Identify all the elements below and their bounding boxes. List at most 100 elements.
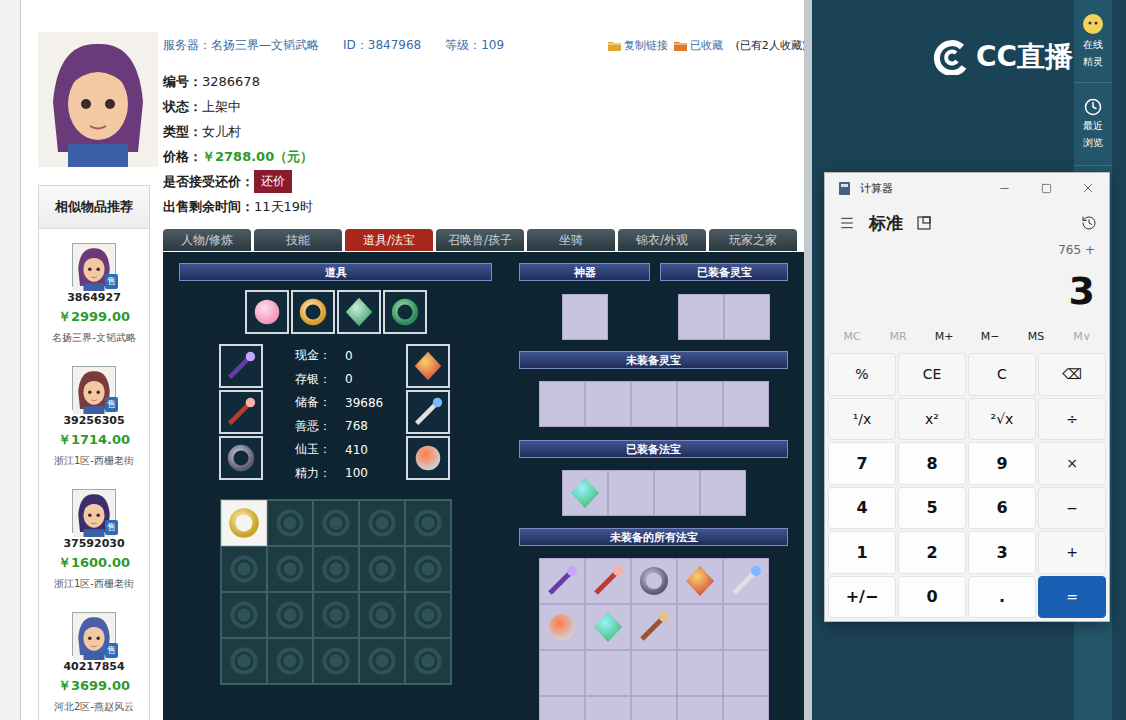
bag-slot[interactable] xyxy=(359,592,405,638)
item-slot[interactable] xyxy=(631,381,677,427)
calculator-key[interactable]: CE xyxy=(898,353,966,396)
rail-item[interactable]: 在线精灵 xyxy=(1074,0,1112,83)
item-slot[interactable] xyxy=(406,436,450,480)
fabao-slot[interactable] xyxy=(539,604,585,650)
bag-slot[interactable] xyxy=(221,592,267,638)
item-slot[interactable] xyxy=(562,294,608,340)
fabao-slot[interactable] xyxy=(631,558,677,604)
item-slot[interactable] xyxy=(678,294,724,340)
fabao-slot[interactable] xyxy=(631,650,677,696)
bag-slot[interactable] xyxy=(221,500,267,546)
memory-button[interactable]: MS xyxy=(1013,330,1059,343)
minimize-button[interactable] xyxy=(983,173,1025,203)
memory-button[interactable]: MR xyxy=(875,330,921,343)
bag-slot[interactable] xyxy=(313,546,359,592)
calculator-key[interactable]: − xyxy=(1038,487,1106,530)
calculator-key[interactable]: 6 xyxy=(968,487,1036,530)
bag-slot[interactable] xyxy=(313,500,359,546)
calculator-key[interactable]: C xyxy=(968,353,1036,396)
memory-button[interactable]: M+ xyxy=(921,330,967,343)
fabao-slot[interactable] xyxy=(723,650,769,696)
keep-on-top-icon[interactable] xyxy=(917,216,931,230)
tab[interactable]: 人物/修炼 xyxy=(163,229,251,251)
calculator-key[interactable]: 1 xyxy=(828,531,896,574)
tab[interactable]: 召唤兽/孩子 xyxy=(436,229,524,251)
calculator-key[interactable]: ÷ xyxy=(1038,398,1106,441)
maximize-button[interactable] xyxy=(1025,173,1067,203)
tab[interactable]: 坐骑 xyxy=(527,229,615,251)
history-button[interactable] xyxy=(1081,215,1097,231)
calculator-key[interactable]: . xyxy=(968,576,1036,619)
item-slot[interactable] xyxy=(677,381,723,427)
fabao-slot[interactable] xyxy=(723,604,769,650)
bag-slot[interactable] xyxy=(267,500,313,546)
fabao-slot[interactable] xyxy=(677,696,723,720)
fabao-slot[interactable] xyxy=(539,696,585,720)
item-slot[interactable] xyxy=(337,290,381,334)
tab[interactable]: 锦衣/外观 xyxy=(618,229,706,251)
item-slot[interactable] xyxy=(654,470,700,516)
fabao-slot[interactable] xyxy=(585,604,631,650)
rail-item[interactable]: 最近浏览 xyxy=(1074,83,1112,166)
tab[interactable]: 技能 xyxy=(254,229,342,251)
bag-slot[interactable] xyxy=(405,638,451,684)
calculator-key[interactable]: 8 xyxy=(898,442,966,485)
calculator-key[interactable]: ¹/x xyxy=(828,398,896,441)
memory-button[interactable]: MC xyxy=(829,330,875,343)
bag-slot[interactable] xyxy=(405,592,451,638)
item-slot[interactable] xyxy=(724,294,770,340)
fabao-slot[interactable] xyxy=(677,558,723,604)
bag-slot[interactable] xyxy=(359,638,405,684)
counter-offer-button[interactable]: 还价 xyxy=(254,170,292,193)
item-slot[interactable] xyxy=(219,344,263,388)
similar-item[interactable]: 售37592030￥1600.00浙江1区-西栅老街 xyxy=(39,475,149,598)
fabao-slot[interactable] xyxy=(585,696,631,720)
calculator-key[interactable]: 3 xyxy=(968,531,1036,574)
calculator-key[interactable]: ²√x xyxy=(968,398,1036,441)
bag-slot[interactable] xyxy=(313,592,359,638)
calculator-key[interactable]: 5 xyxy=(898,487,966,530)
bag-slot[interactable] xyxy=(221,546,267,592)
bag-slot[interactable] xyxy=(267,592,313,638)
tab[interactable]: 玩家之家 xyxy=(709,229,797,251)
bag-slot[interactable] xyxy=(405,546,451,592)
fabao-slot[interactable] xyxy=(677,604,723,650)
calculator-key[interactable]: 2 xyxy=(898,531,966,574)
copy-link[interactable]: 复制链接 xyxy=(608,38,668,53)
calculator-key[interactable]: 7 xyxy=(828,442,896,485)
bag-slot[interactable] xyxy=(359,500,405,546)
similar-item[interactable]: 售40217854￥3699.00河北2区-燕赵风云 xyxy=(39,598,149,720)
calculator-key[interactable]: % xyxy=(828,353,896,396)
memory-button[interactable]: M− xyxy=(967,330,1013,343)
tab[interactable]: 道具/法宝 xyxy=(345,229,433,251)
fabao-slot[interactable] xyxy=(677,650,723,696)
fabao-slot[interactable] xyxy=(539,558,585,604)
item-slot[interactable] xyxy=(383,290,427,334)
calculator-key[interactable]: 4 xyxy=(828,487,896,530)
item-slot[interactable] xyxy=(585,381,631,427)
calculator-key[interactable]: = xyxy=(1038,576,1106,619)
item-slot[interactable] xyxy=(608,470,654,516)
fabao-slot[interactable] xyxy=(631,604,677,650)
item-slot[interactable] xyxy=(406,390,450,434)
calculator-key[interactable]: 9 xyxy=(968,442,1036,485)
similar-item[interactable]: 售3864927￥2999.00名扬三界-文韬武略 xyxy=(39,229,149,352)
bag-slot[interactable] xyxy=(313,638,359,684)
item-slot[interactable] xyxy=(562,470,608,516)
item-slot[interactable] xyxy=(245,290,289,334)
item-slot[interactable] xyxy=(406,344,450,388)
item-slot[interactable] xyxy=(219,390,263,434)
bag-slot[interactable] xyxy=(405,500,451,546)
bag-slot[interactable] xyxy=(221,638,267,684)
item-slot[interactable] xyxy=(291,290,335,334)
bag-slot[interactable] xyxy=(359,546,405,592)
item-slot[interactable] xyxy=(723,381,769,427)
menu-icon[interactable] xyxy=(839,215,855,231)
fabao-slot[interactable] xyxy=(539,650,585,696)
fabao-slot[interactable] xyxy=(631,696,677,720)
fabao-slot[interactable] xyxy=(723,696,769,720)
similar-item[interactable]: 售39256305￥1714.00浙江1区-西栅老街 xyxy=(39,352,149,475)
fabao-slot[interactable] xyxy=(585,650,631,696)
item-slot[interactable] xyxy=(219,436,263,480)
fabao-slot[interactable] xyxy=(723,558,769,604)
